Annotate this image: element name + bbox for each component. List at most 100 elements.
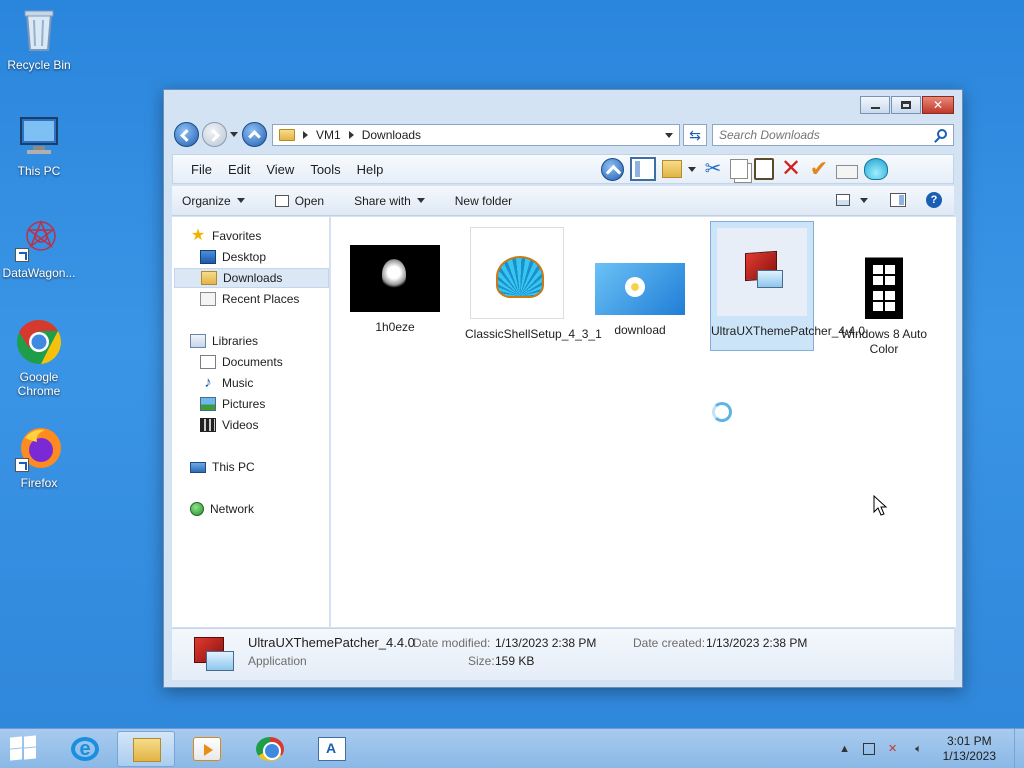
chevron-down-icon[interactable] [688, 157, 696, 181]
pictures-icon [200, 397, 216, 411]
menu-file[interactable]: File [183, 162, 220, 177]
desktop-icon-datawagon[interactable]: DataWagon... [1, 214, 77, 280]
desktop-icon-firefox[interactable]: Firefox [1, 424, 77, 490]
nav-network[interactable]: Network [190, 499, 254, 519]
close-button[interactable]: ✕ [922, 96, 954, 114]
folder-settings-icon[interactable] [662, 160, 682, 178]
action-center-flag-icon[interactable]: ✕ [885, 742, 901, 756]
change-view-icon[interactable] [836, 194, 850, 206]
nav-pictures[interactable]: Pictures [200, 394, 265, 414]
breadcrumb-chevron-icon[interactable] [303, 131, 308, 139]
clock[interactable]: 3:01 PM 1/13/2023 [943, 734, 996, 764]
taskbar-wordpad[interactable] [303, 731, 361, 767]
forward-button[interactable] [202, 122, 227, 147]
details-size-label: Size: [468, 654, 495, 668]
chevron-down-icon[interactable] [860, 197, 868, 203]
file-name: UltraUXThemePatcher_4.4.0 [711, 324, 866, 338]
file-name: download [614, 323, 666, 337]
address-history-dropdown[interactable] [665, 133, 673, 138]
desktop-icon-google-chrome[interactable]: Google Chrome [1, 318, 77, 398]
menu-edit[interactable]: Edit [220, 162, 258, 177]
classic-shell-icon[interactable] [864, 158, 888, 180]
desktop-icon-label: Google Chrome [17, 370, 61, 398]
nav-recent-places[interactable]: Recent Places [200, 289, 299, 309]
firefox-icon [15, 424, 63, 472]
search-icon[interactable] [937, 129, 947, 139]
details-created-label: Date created: [633, 636, 706, 650]
busy-spinner-icon [712, 402, 732, 422]
volume-icon[interactable]: 🔈︎ [911, 742, 927, 756]
refresh-button[interactable]: ⇆ [683, 124, 707, 146]
file-name: Windows 8 Auto Color [840, 327, 928, 356]
desktop-icon-recycle-bin[interactable]: Recycle Bin [1, 6, 77, 72]
desktop-icon-this-pc[interactable]: This PC [1, 112, 77, 178]
show-desktop-button[interactable] [1014, 729, 1024, 768]
delete-icon[interactable]: ✕ [780, 157, 802, 181]
menu-help[interactable]: Help [349, 162, 392, 177]
copy-icon[interactable] [730, 159, 748, 179]
file-item-ultrauxthemepatcher[interactable]: UltraUXThemePatcher_4.4.0 [710, 221, 866, 351]
nav-label: Music [222, 376, 254, 390]
file-item-1h0eze[interactable]: 1h0eze [343, 223, 447, 335]
breadcrumb-chevron-icon[interactable] [348, 131, 354, 139]
nav-this-pc[interactable]: This PC [190, 457, 255, 477]
wordpad-icon [318, 737, 346, 761]
open-button[interactable]: Open [274, 194, 324, 208]
up-button[interactable] [242, 122, 267, 147]
nav-libraries[interactable]: Libraries [190, 331, 258, 351]
nav-label: Videos [222, 418, 259, 432]
new-folder-button[interactable]: New folder [455, 194, 512, 208]
maximize-button[interactable] [891, 96, 921, 114]
nav-music[interactable]: ♪ Music [200, 373, 253, 393]
menu-view[interactable]: View [258, 162, 302, 177]
nav-videos[interactable]: Videos [200, 415, 258, 435]
properties-check-icon[interactable]: ✔ [808, 157, 830, 181]
share-with-label: Share with [354, 193, 411, 208]
nav-favorites[interactable]: ★ Favorites [190, 226, 262, 246]
file-item-classicshellsetup[interactable]: ClassicShellSetup_4_3_1 [465, 223, 602, 342]
up-level-icon[interactable] [601, 157, 624, 181]
address-bar[interactable]: VM1 Downloads [272, 124, 680, 146]
classic-toolbar: ✂ ✕ ✔ [601, 157, 894, 181]
taskbar-file-explorer[interactable] [117, 731, 175, 767]
search-box[interactable] [712, 124, 954, 146]
details-file-name: UltraUXThemePatcher_4.4.0 [248, 635, 415, 650]
share-with-button[interactable]: Share with [354, 194, 425, 208]
nav-documents[interactable]: Documents [200, 352, 283, 372]
title-bar[interactable]: ✕ [164, 90, 962, 118]
image-thumbnail-icon [595, 263, 685, 315]
navigation-pane-icon[interactable] [630, 157, 656, 181]
search-input[interactable] [713, 125, 923, 145]
nav-desktop[interactable]: Desktop [200, 247, 266, 267]
preview-pane-icon[interactable] [890, 193, 906, 207]
taskbar-internet-explorer[interactable]: e [56, 731, 114, 767]
network-status-icon[interactable] [862, 743, 875, 755]
help-icon[interactable]: ? [926, 192, 942, 208]
show-hidden-icons-icon[interactable]: ▲ [837, 742, 853, 756]
details-pane: UltraUXThemePatcher_4.4.0 Application Da… [172, 628, 954, 680]
nav-downloads[interactable]: Downloads [174, 268, 329, 288]
file-item-windows8autocolor[interactable]: Windows 8 Auto Color [832, 223, 936, 357]
downloads-folder-icon [201, 271, 217, 285]
desktop-icon-label: DataWagon... [2, 266, 76, 280]
paste-icon[interactable] [754, 158, 774, 180]
organize-label: Organize [182, 193, 231, 208]
back-button[interactable] [174, 122, 199, 147]
taskbar-chrome[interactable] [241, 731, 299, 767]
arrow-up-icon [248, 130, 261, 143]
breadcrumb-downloads[interactable]: Downloads [362, 128, 421, 142]
taskbar-vlc[interactable] [178, 731, 236, 767]
shortcut-arrow-icon [15, 458, 29, 472]
menu-tools[interactable]: Tools [302, 162, 348, 177]
start-button[interactable] [10, 735, 38, 761]
desktop-icon-label: This PC [17, 164, 61, 178]
cut-icon[interactable]: ✂ [702, 157, 724, 181]
rename-icon[interactable] [836, 164, 858, 179]
recent-locations-dropdown[interactable] [230, 132, 238, 137]
minimize-button[interactable] [860, 96, 890, 114]
breadcrumb-vm1[interactable]: VM1 [316, 128, 341, 142]
nav-label: Favorites [212, 229, 262, 243]
videos-icon [200, 418, 216, 432]
organize-button[interactable]: Organize [182, 194, 245, 208]
file-item-download[interactable]: download [588, 223, 692, 338]
